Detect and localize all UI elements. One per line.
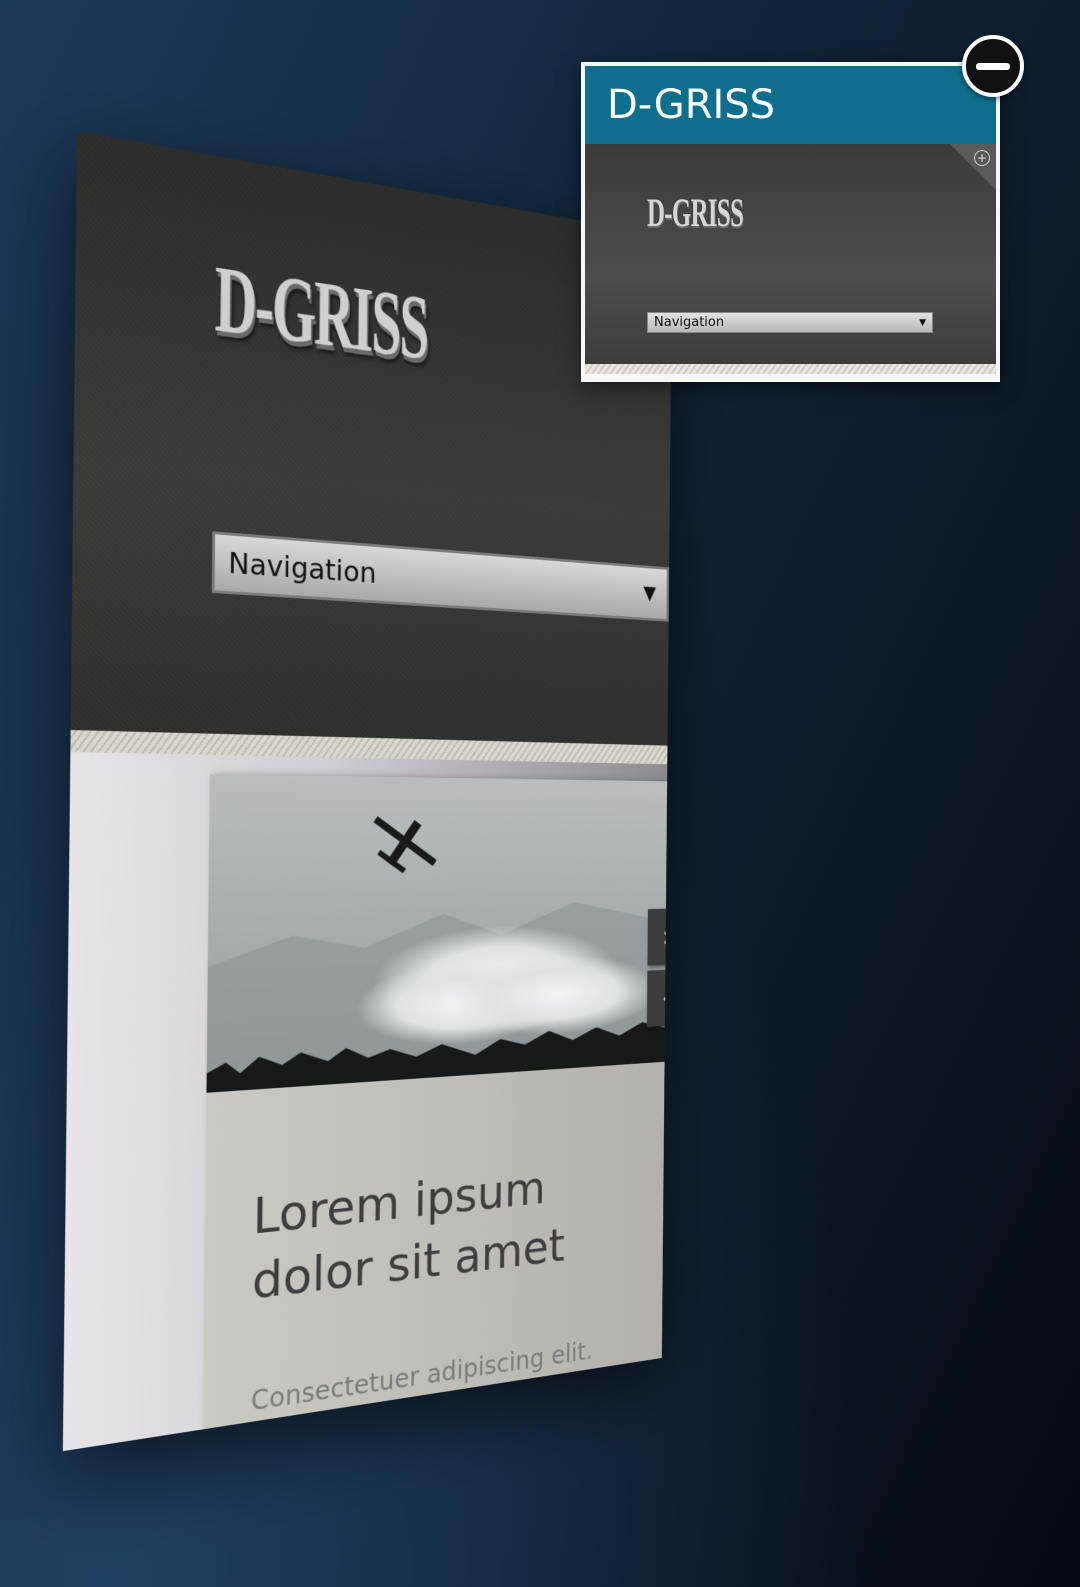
slider-prev-button[interactable]: ‹: [646, 969, 673, 1028]
slider-image: [206, 774, 668, 1093]
plus-circle-icon[interactable]: +: [974, 150, 990, 166]
navigation-select-label: Navigation: [228, 546, 377, 590]
thumbnail-navigation-label: Navigation: [654, 315, 725, 330]
caret-down-icon: ▼: [919, 317, 926, 328]
thumbnail-corner-fold: [950, 144, 996, 190]
minus-circle-icon: [976, 62, 1010, 70]
chevron-right-icon: ›: [661, 919, 673, 954]
article-headline: Lorem ipsum dolor sit amet: [251, 1161, 566, 1312]
article-card: › ‹ Lorem ipsum dolor sit amet Consectet…: [202, 774, 673, 1452]
article-subline: Consectetuer adipiscing elit.: [250, 1335, 593, 1418]
thumbnail-logo: D-GRISS: [647, 190, 744, 235]
thumbnail-screen: + D-GRISS Navigation ▼: [585, 144, 996, 364]
plane-dropping-water-image: [206, 774, 668, 1093]
thumbnail-divider-stripe: [585, 364, 996, 374]
close-thumbnail-button[interactable]: [962, 35, 1024, 97]
site-content: › ‹ Lorem ipsum dolor sit amet Consectet…: [62, 752, 673, 1452]
slider-next-button[interactable]: ›: [647, 908, 673, 966]
caret-down-icon: ▼: [643, 582, 657, 605]
navigation-select[interactable]: Navigation ▼: [211, 531, 670, 622]
chevron-left-icon: ‹: [661, 980, 672, 1016]
thumbnail-title: D-GRISS: [585, 66, 996, 144]
thumbnail-navigation-select[interactable]: Navigation ▼: [647, 312, 933, 333]
thumbnail-panel[interactable]: D-GRISS + D-GRISS Navigation ▼: [581, 62, 1000, 382]
site-logo: D-GRISS: [214, 244, 428, 379]
